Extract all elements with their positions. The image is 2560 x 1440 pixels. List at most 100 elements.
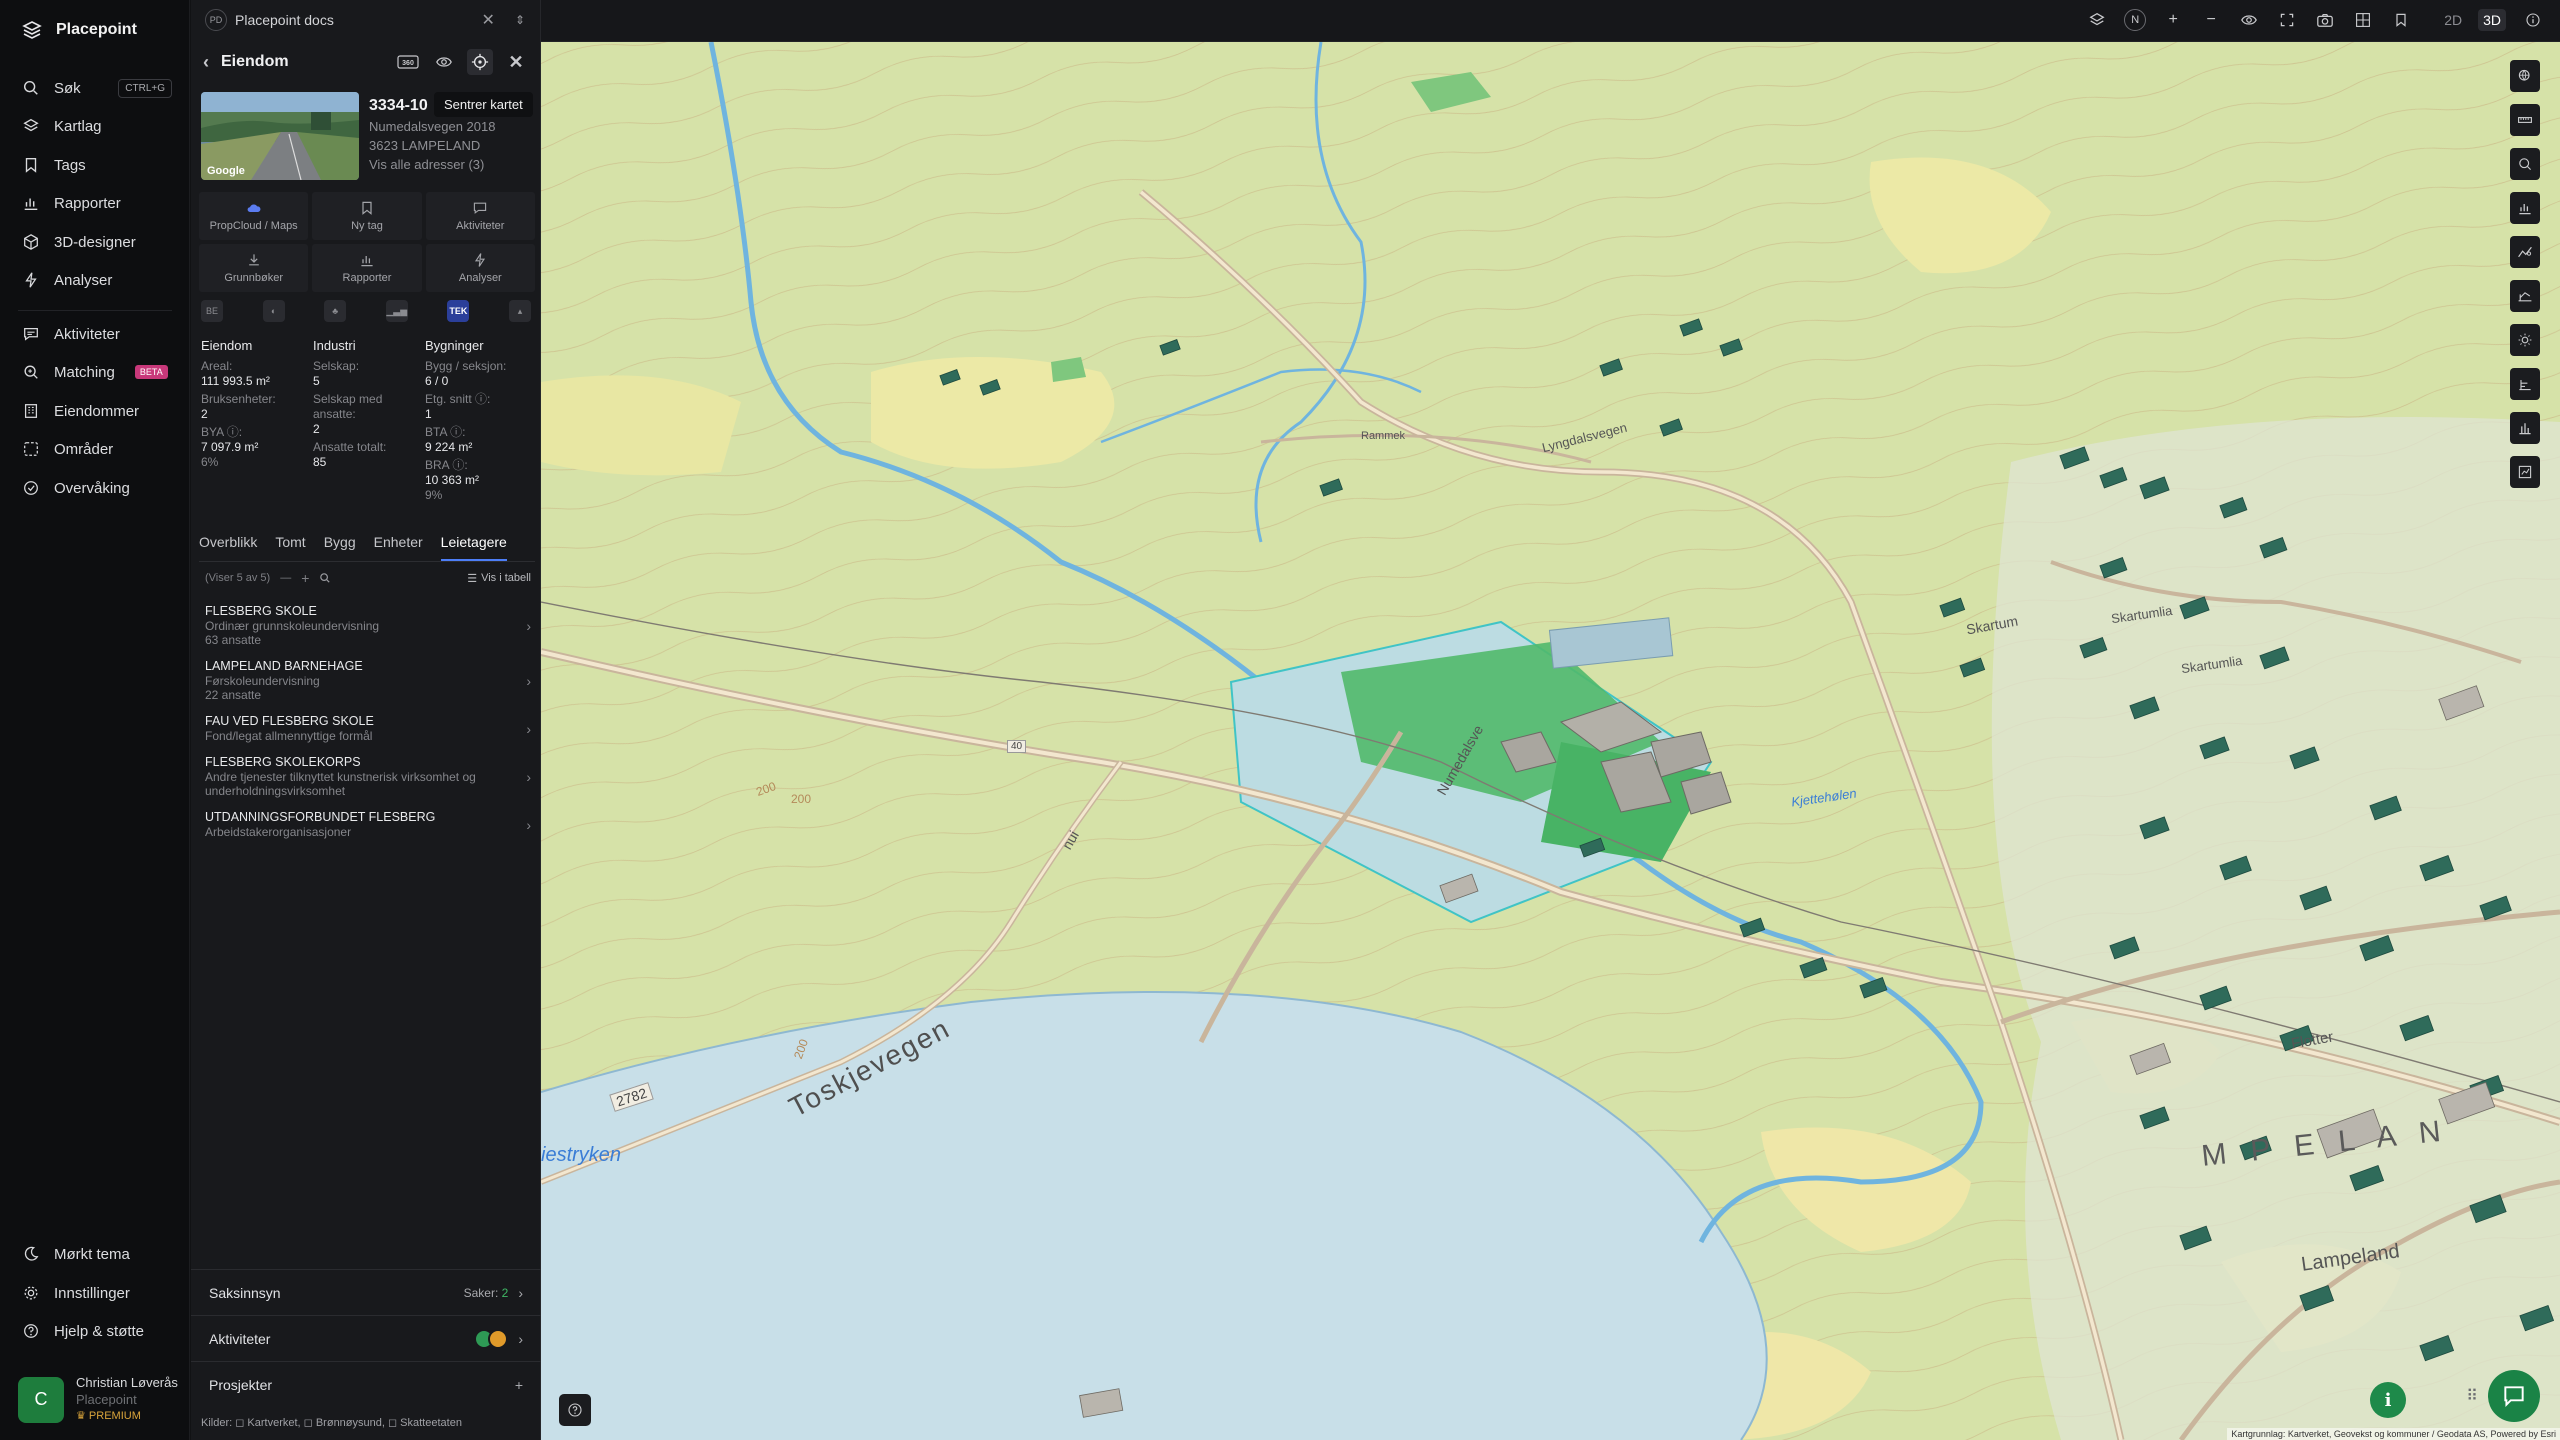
placepoint-logo-icon	[22, 21, 42, 39]
beta-badge: BETA	[134, 365, 168, 379]
tile-propcloud[interactable]: PropCloud / Maps	[199, 192, 309, 240]
globe-layers-icon	[2518, 69, 2530, 81]
nav-item-omrader[interactable]: Områder	[22, 437, 172, 461]
nav-item-tags[interactable]: Tags	[22, 153, 172, 177]
list-item[interactable]: FLESBERG SKOLE Ordinær grunnskoleundervis…	[205, 604, 531, 647]
nav-item-aktiviteter[interactable]: Aktiviteter	[22, 322, 172, 346]
add-icon[interactable]: +	[301, 570, 309, 586]
street-view-photo[interactable]: Google	[201, 92, 359, 180]
chat-support-button[interactable]	[2488, 1370, 2540, 1422]
list-item[interactable]: UTDANNINGSFORBUNDET FLESBERG Arbeidstaker…	[205, 810, 531, 839]
close-panel-icon[interactable]: ✕	[503, 49, 529, 75]
tab-bygg[interactable]: Bygg	[324, 534, 356, 561]
indicator-industry-icon[interactable]: ♣	[324, 300, 347, 322]
list-item[interactable]: FAU VED FLESBERG SKOLE Fond/legat allmenn…	[205, 714, 531, 743]
nav-item-matching[interactable]: Matching BETA	[22, 360, 172, 384]
mode-3d-button[interactable]: 3D	[2478, 9, 2506, 31]
indicator-energy-icon[interactable]: ◐	[262, 300, 285, 322]
map-3d-view[interactable]: Lyngdalsvegen Rammek Skartum Skartumlia …	[541, 42, 2560, 1440]
zoom-in-icon[interactable]: +	[2162, 9, 2184, 31]
stats-heading: Eiendom	[201, 338, 253, 353]
brand-logo[interactable]: Placepoint	[22, 20, 137, 40]
accordion-prosjekter[interactable]: Prosjekter +	[191, 1361, 541, 1407]
add-project-icon[interactable]: +	[515, 1377, 523, 1393]
tile-reports[interactable]: Rapporter	[312, 244, 422, 292]
bookmark-icon[interactable]	[2390, 9, 2412, 31]
nav-item-analyser[interactable]: Analyser	[22, 268, 172, 292]
center-map-icon[interactable]	[467, 49, 493, 75]
tile-grunnboker[interactable]: Grunnbøker	[199, 244, 309, 292]
stack-icon[interactable]	[2086, 9, 2108, 31]
back-icon[interactable]: ‹	[203, 52, 209, 73]
list-item[interactable]: LAMPELAND BARNEHAGE Førskoleundervisning 2…	[205, 659, 531, 702]
map-tool-profile[interactable]	[2510, 236, 2540, 268]
eye-icon[interactable]	[431, 49, 457, 75]
monitor-icon	[24, 481, 38, 495]
nav-item-label: Matching	[54, 363, 115, 381]
map-tool-search-area[interactable]	[2510, 148, 2540, 180]
search-icon[interactable]	[319, 572, 331, 584]
nav-item-rapporter[interactable]: Rapporter	[22, 191, 172, 215]
camera-icon[interactable]	[2314, 9, 2336, 31]
show-table-button[interactable]: ☰ Vis i tabell	[467, 572, 531, 585]
avatar: C	[18, 1376, 64, 1423]
nav-item-eiendommer[interactable]: Eiendommer	[22, 399, 172, 423]
user-profile[interactable]: C Christian Løverås Placepoint ♛ PREMIUM	[18, 1374, 178, 1425]
info-icon[interactable]	[2522, 9, 2544, 31]
property-address[interactable]: Numedalsvegen 2018	[369, 117, 534, 136]
stat-label: BTA ⓘ:	[425, 425, 466, 439]
brand-name: Placepoint	[56, 21, 137, 38]
map-tool-layers[interactable]	[2510, 60, 2540, 92]
tile-new-tag[interactable]: Ny tag	[312, 192, 422, 240]
expand-docs-icon[interactable]: ⇕	[515, 13, 525, 27]
stat-value: 85	[313, 455, 327, 469]
tab-tomt[interactable]: Tomt	[275, 534, 305, 561]
nav-item-settings[interactable]: Innstillinger	[22, 1281, 172, 1305]
search-shortcut: CTRL+G	[118, 78, 172, 98]
collapse-icon[interactable]: —	[280, 572, 291, 584]
map-tool-measure[interactable]	[2510, 104, 2540, 136]
zoom-out-icon[interactable]: −	[2200, 9, 2222, 31]
drag-handle-icon[interactable]: ⠿	[2466, 1386, 2478, 1406]
map-tool-height[interactable]	[2510, 412, 2540, 444]
map-tool-sun[interactable]	[2510, 324, 2540, 356]
nav-item-search[interactable]: Søk CTRL+G	[22, 76, 172, 100]
tab-enheter[interactable]: Enheter	[374, 534, 423, 561]
stat-label: Etg. snitt ⓘ:	[425, 392, 491, 406]
close-docs-icon[interactable]: ✕	[482, 10, 495, 30]
eye-icon[interactable]	[2238, 9, 2260, 31]
compass-button[interactable]: N	[2124, 9, 2147, 31]
nav-item-3d-designer[interactable]: 3D-designer	[22, 230, 172, 254]
accordion-saksinnsyn[interactable]: Saksinnsyn Saker: 2 ›	[191, 1269, 541, 1315]
nav-item-dark-theme[interactable]: Mørkt tema	[22, 1242, 172, 1266]
indicator-levels-icon[interactable]: ▁▃▅	[385, 300, 408, 322]
list-item[interactable]: FLESBERG SKOLEKORPS Andre tjenester tilkn…	[205, 755, 531, 798]
map-tool-terrain[interactable]	[2510, 280, 2540, 312]
indicator-tek[interactable]: TEK	[447, 300, 470, 322]
all-addresses-link[interactable]: Vis alle adresser (3)	[369, 155, 534, 174]
map-tool-chart[interactable]	[2510, 192, 2540, 224]
grid-icon[interactable]	[2352, 9, 2374, 31]
nav-item-help[interactable]: Hjelp & støtte	[22, 1319, 172, 1343]
nav-item-kartlag[interactable]: Kartlag	[22, 114, 172, 138]
chat-icon	[474, 202, 487, 214]
tab-overblikk[interactable]: Overblikk	[199, 534, 257, 561]
fullscreen-icon[interactable]	[2276, 9, 2298, 31]
tab-leietagere[interactable]: Leietagere	[440, 534, 507, 561]
accordion-aktiviteter[interactable]: Aktiviteter ›	[191, 1315, 541, 1361]
tile-analyses[interactable]: Analyser	[425, 244, 535, 292]
map-tool-statistics[interactable]	[2510, 456, 2540, 488]
info-button[interactable]: i	[2370, 1382, 2406, 1418]
map-tool-shadow[interactable]	[2510, 368, 2540, 400]
chevron-right-icon: ›	[526, 672, 531, 689]
indicator-more-icon[interactable]: ▴	[508, 300, 531, 322]
view-360-icon[interactable]: 360	[395, 49, 421, 75]
indicator-be[interactable]: BE	[201, 300, 223, 322]
nav-item-overvaking[interactable]: Overvåking	[22, 476, 172, 500]
tile-activities[interactable]: Aktiviteter	[425, 192, 535, 240]
data-sources: Kilder: ◻ Kartverket, ◻ Brønnøysund, ◻ S…	[201, 1417, 462, 1429]
map-canvas[interactable]	[541, 42, 2560, 1440]
mode-2d-button[interactable]: 2D	[2444, 12, 2462, 28]
docs-tab[interactable]: PD Placepoint docs ✕ ⇕	[205, 8, 525, 32]
map-help-button[interactable]	[559, 1394, 591, 1426]
